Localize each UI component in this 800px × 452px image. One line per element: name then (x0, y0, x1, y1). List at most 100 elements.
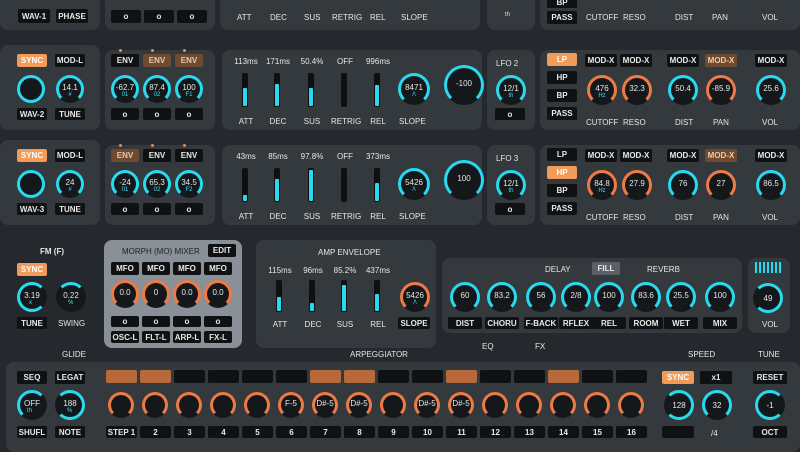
arp-pad-5[interactable] (242, 370, 273, 383)
arp-step-15[interactable]: 15 (582, 426, 613, 438)
arp-step-1[interactable]: STEP 1 (106, 426, 137, 438)
amp-slider-3[interactable] (341, 280, 347, 312)
arp-step-14[interactable]: 14 (548, 426, 579, 438)
osc2-filter-2[interactable]: BP (547, 89, 577, 102)
zero-3[interactable]: o (177, 10, 207, 23)
shufl-button[interactable]: SHUFL (17, 426, 47, 438)
morph-zero-2[interactable]: o (142, 316, 170, 327)
fx-label-3[interactable]: F-BACK (524, 317, 558, 329)
arp-pad-1[interactable] (106, 370, 137, 383)
osc3-cutoff-knob[interactable]: 84.8 Hz (587, 170, 617, 200)
arp-pad-14[interactable] (548, 370, 579, 383)
amp-slider-4[interactable] (374, 280, 380, 312)
legat-button[interactable]: LEGAT (55, 371, 85, 384)
fm-swing-knob[interactable]: 0.22 % (56, 282, 86, 312)
reset-button[interactable]: RESET (753, 371, 787, 384)
osc2-filter-3[interactable]: PASS (547, 107, 577, 120)
arp-step-10[interactable]: 10 (412, 426, 443, 438)
arp-step-13[interactable]: 13 (514, 426, 545, 438)
osc3-rate-knob[interactable]: 100 (444, 160, 484, 200)
osc2-cutoff-knob[interactable]: 476 Hz (587, 75, 617, 105)
osc2-wave-button[interactable]: WAV-2 (17, 108, 47, 120)
osc3-tune-button[interactable]: TUNE (55, 203, 85, 215)
arp-step-knob-6[interactable]: F-5 (278, 392, 304, 418)
fx-knob-5[interactable]: 100 (594, 282, 624, 312)
speed-blank-button[interactable] (662, 426, 694, 438)
fx-knob-7[interactable]: 25.5 (666, 282, 696, 312)
osc3-wave-button[interactable]: WAV-3 (17, 203, 47, 215)
arp-step-8[interactable]: 8 (344, 426, 375, 438)
osc2-modx-4[interactable]: MOD-X (705, 54, 737, 67)
arp-step-6[interactable]: 6 (276, 426, 307, 438)
osc3-modx-4[interactable]: MOD-X (705, 149, 737, 162)
tune-knob[interactable]: -1 (755, 390, 785, 420)
arp-pad-7[interactable] (310, 370, 341, 383)
arp-step-knob-1[interactable] (108, 392, 134, 418)
morph-edit-button[interactable]: EDIT (208, 244, 236, 257)
arp-pad-13[interactable] (514, 370, 545, 383)
osc3-modx-3[interactable]: MOD-X (667, 149, 699, 162)
fx-label-8[interactable]: MIX (703, 317, 737, 329)
osc2-env-slider-1[interactable] (242, 73, 248, 107)
osc2-modx-5[interactable]: MOD-X (755, 54, 787, 67)
fx-knob-6[interactable]: 83.6 (631, 282, 661, 312)
arp-step-knob-10[interactable]: D#-5 (414, 392, 440, 418)
osc2-sync-button[interactable]: SYNC (17, 54, 47, 67)
fx-label-6[interactable]: ROOM (629, 317, 663, 329)
osc2-env-button-2[interactable]: ENV (143, 54, 171, 67)
osc2-reso-knob[interactable]: 32.3 (622, 75, 652, 105)
phase-button[interactable]: PHASE (56, 9, 88, 23)
osc2-vol-knob[interactable]: 25.6 (756, 75, 786, 105)
fx-label-7[interactable]: WET (664, 317, 698, 329)
osc3-env-slider-2[interactable] (274, 168, 280, 202)
arp-pad-11[interactable] (446, 370, 477, 383)
osc2-env-button-3[interactable]: ENV (175, 54, 203, 67)
osc2-env-button-1[interactable]: ENV (111, 54, 139, 67)
osc2-retrig-slider[interactable] (341, 73, 347, 107)
arp-step-knob-5[interactable] (244, 392, 270, 418)
osc3-mod-knob-1[interactable]: -24 01 (111, 170, 139, 198)
osc3-env-button-3[interactable]: ENV (175, 149, 203, 162)
speed-knob-2[interactable]: 32 (702, 390, 732, 420)
osc2-tune-button[interactable]: TUNE (55, 108, 85, 120)
pass-button[interactable]: PASS (547, 11, 577, 24)
morph-knob-3[interactable]: 0.0 (173, 280, 201, 308)
osc3-modx-5[interactable]: MOD-X (755, 149, 787, 162)
fx-label-2[interactable]: CHORU (485, 317, 519, 329)
morph-mfo-4[interactable]: MFO (204, 262, 232, 275)
osc3-retrig-slider[interactable] (341, 168, 347, 202)
osc3-filter-1[interactable]: HP (547, 166, 577, 179)
arp-step-knob-12[interactable] (482, 392, 508, 418)
arp-pad-15[interactable] (582, 370, 613, 383)
arp-step-knob-2[interactable] (142, 392, 168, 418)
osc3-lfo-knob[interactable]: 12/1 th (496, 170, 526, 200)
osc3-modl-button[interactable]: MOD-L (55, 149, 85, 162)
fx-fill-button[interactable]: FILL (592, 262, 620, 275)
osc2-slope-knob[interactable]: 8471/\ (398, 73, 430, 105)
osc2-mod-knob-1[interactable]: -62.7 01 (111, 75, 139, 103)
osc2-env-slider-2[interactable] (274, 73, 280, 107)
amp-slider-2[interactable] (309, 280, 315, 312)
arp-step-5[interactable]: 5 (242, 426, 273, 438)
zero-2[interactable]: o (144, 10, 174, 23)
arp-step-4[interactable]: 4 (208, 426, 239, 438)
osc3-mod-zero-1[interactable]: o (111, 203, 139, 215)
osc2-modx-2[interactable]: MOD-X (620, 54, 652, 67)
osc3-lfo-zero[interactable]: o (495, 203, 525, 215)
arp-step-knob-9[interactable] (380, 392, 406, 418)
amp-slider-1[interactable] (276, 280, 282, 312)
osc3-filter-2[interactable]: BP (547, 184, 577, 197)
morph-knob-1[interactable]: 0.0 (111, 280, 139, 308)
arp-step-knob-11[interactable]: D#-5 (448, 392, 474, 418)
speed-x1-button[interactable]: x1 (700, 371, 732, 384)
arp-step-knob-13[interactable] (516, 392, 542, 418)
note-knob[interactable]: 188 % (55, 390, 85, 420)
fx-label-4[interactable]: RFLEX (559, 317, 593, 329)
osc2-rate-knob[interactable]: -100 (444, 65, 484, 105)
arp-pad-9[interactable] (378, 370, 409, 383)
osc3-slope-knob[interactable]: 5426/\ (398, 168, 430, 200)
osc3-sync-button[interactable]: SYNC (17, 149, 47, 162)
osc3-pan-knob[interactable]: 27 (706, 170, 736, 200)
arp-step-knob-3[interactable] (176, 392, 202, 418)
morph-zero-3[interactable]: o (173, 316, 201, 327)
